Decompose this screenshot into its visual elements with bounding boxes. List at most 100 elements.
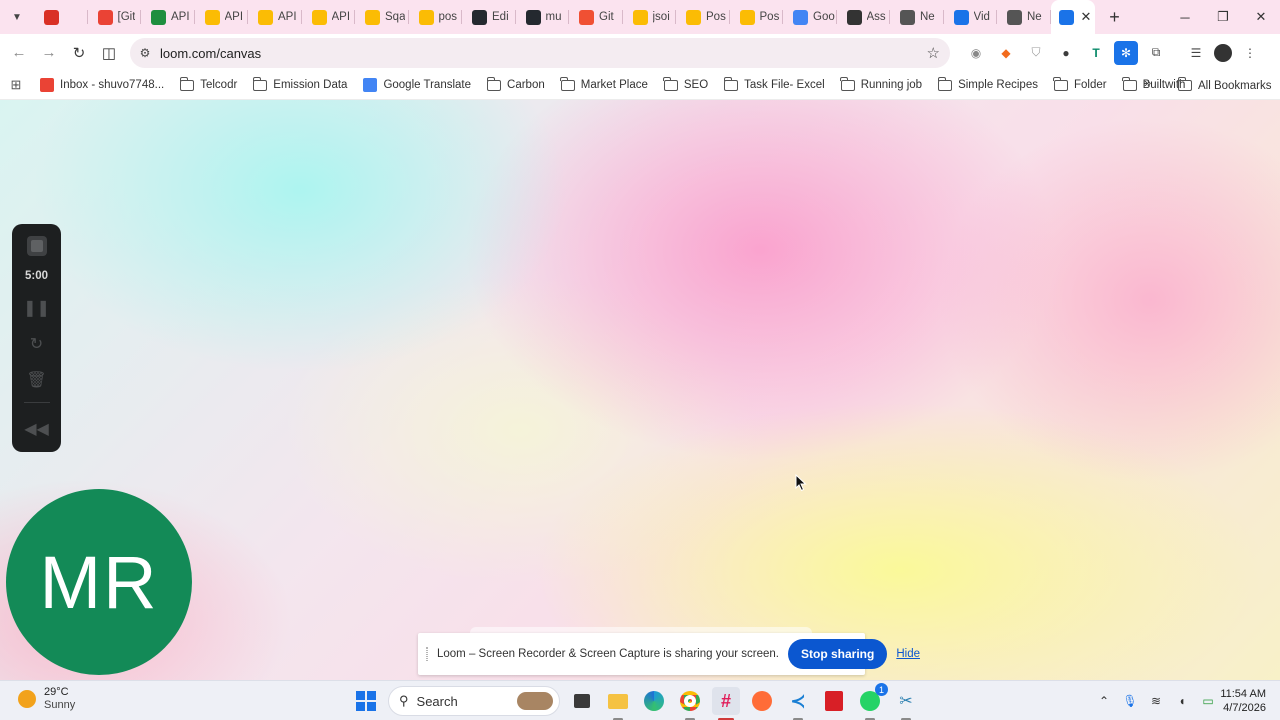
close-window-icon[interactable]: ✕ <box>1242 0 1280 34</box>
globe-icon <box>900 9 915 25</box>
search-label: Search <box>416 693 458 709</box>
address-url[interactable]: loom.com/canvas <box>160 46 261 61</box>
slack-button[interactable]: # <box>712 687 740 720</box>
browser-toolbar: ← → ↻ ◫ ⚙ loom.com/canvas ☆ ◉ ◆ ⛉ ● T ✻ … <box>0 34 1280 71</box>
shield-icon[interactable]: ⛉ <box>1024 41 1048 65</box>
tab[interactable]: Ne <box>997 0 1051 34</box>
tab[interactable]: [Git <box>88 0 142 34</box>
tab[interactable]: jsoi <box>623 0 677 34</box>
tab[interactable]: Goo <box>783 0 837 34</box>
forward-button[interactable]: → <box>34 38 64 68</box>
bookmark-item[interactable]: Google Translate <box>355 73 479 97</box>
pause-icon: ❚❚ <box>23 300 50 317</box>
stop-sharing-button[interactable]: Stop sharing <box>787 639 888 669</box>
restore-icon[interactable]: ❐ <box>1204 0 1242 34</box>
drag-handle-icon[interactable] <box>426 647 428 661</box>
hide-link[interactable]: Hide <box>896 648 920 660</box>
tab[interactable]: Ass <box>837 0 891 34</box>
microphone-icon[interactable]: 🎙 <box>1120 694 1140 708</box>
google-drive-icon <box>311 9 327 25</box>
bookmark-item[interactable]: Inbox - shuvo7748... <box>32 73 172 97</box>
bookmark-item[interactable]: Folder <box>1046 73 1115 97</box>
extension-orange-icon[interactable]: ◆ <box>994 41 1018 65</box>
camera-avatar-bubble[interactable]: MR <box>6 489 192 675</box>
chevron-up-icon[interactable]: ⌃ <box>1094 694 1114 708</box>
menu-dots-icon[interactable]: ⋮ <box>1238 41 1262 65</box>
reload-button[interactable]: ↻ <box>64 38 94 68</box>
whatsapp-button[interactable]: 1 <box>856 683 888 720</box>
bookmark-item[interactable]: Telcodr <box>172 73 245 97</box>
postman-button[interactable] <box>748 687 776 715</box>
apps-grid-icon[interactable]: ⊞ <box>0 77 32 93</box>
extension-dark-icon[interactable]: ● <box>1054 41 1078 65</box>
notification-badge: 1 <box>875 683 888 696</box>
acrobat-button[interactable] <box>820 687 848 715</box>
bookmark-item[interactable]: Emission Data <box>245 73 355 97</box>
restart-button[interactable]: ↻ <box>30 334 43 354</box>
tab-search-button[interactable]: ▼ <box>6 6 28 28</box>
split-view-icon: ◫ <box>101 44 117 62</box>
loom-extension-icon[interactable]: ✻ <box>1114 40 1138 65</box>
camera-icon[interactable]: ◉ <box>964 41 988 65</box>
active-tab[interactable]: ✕ <box>1050 0 1095 34</box>
more-bookmarks-button[interactable]: » <box>1144 75 1151 90</box>
bookmark-item[interactable]: Running job <box>833 73 930 97</box>
file-explorer-button[interactable] <box>604 687 632 720</box>
chrome-button[interactable] <box>676 687 704 720</box>
weather-widget[interactable]: 29°C Sunny <box>18 686 75 712</box>
bookmark-label: Carbon <box>507 79 545 91</box>
puzzle-icon[interactable]: ⧉ <box>1144 41 1168 65</box>
tab[interactable]: mu <box>516 0 570 34</box>
tab-title: pos <box>438 11 458 23</box>
snipping-tool-button[interactable]: ✂ <box>892 687 920 720</box>
tab[interactable]: Pos <box>730 0 784 34</box>
tab[interactable]: Git <box>569 0 623 34</box>
bookmark-item[interactable]: Simple Recipes <box>930 73 1046 97</box>
tab-title: Pos <box>759 11 780 23</box>
bookmark-item[interactable]: Task File- Excel <box>716 73 833 97</box>
split-view-button[interactable]: ◫ <box>94 38 124 68</box>
tab[interactable]: API <box>302 0 356 34</box>
tab[interactable]: Vid <box>944 0 998 34</box>
google-translate-icon <box>363 78 378 92</box>
volume-icon[interactable]: ◖ <box>1172 694 1192 708</box>
task-view-button[interactable] <box>568 687 596 715</box>
start-button[interactable] <box>352 687 380 715</box>
tab[interactable]: Ne <box>890 0 944 34</box>
wifi-icon[interactable]: ≋ <box>1146 694 1166 708</box>
google-translate-icon <box>793 9 808 25</box>
stop-recording-button[interactable] <box>26 236 47 256</box>
delete-button[interactable]: 🗑 <box>26 370 46 390</box>
bookmark-star-icon[interactable]: ☆ <box>927 44 940 62</box>
sun-icon <box>18 690 36 708</box>
close-tab-icon[interactable]: ✕ <box>1081 9 1092 25</box>
bookmark-item[interactable]: Market Place <box>553 73 656 97</box>
taskbar-search[interactable]: ⚲ Search <box>388 686 560 716</box>
site-settings-icon[interactable]: ⚙ <box>130 46 160 60</box>
tab[interactable]: Sqa <box>355 0 409 34</box>
collapse-button[interactable]: ◀◀ <box>24 419 49 439</box>
tab[interactable]: API <box>195 0 249 34</box>
pause-button[interactable]: ❚❚ <box>23 298 50 318</box>
media-controls-icon[interactable]: ☰ <box>1184 41 1208 65</box>
bookmark-item[interactable]: SEO <box>656 73 716 97</box>
extension-t-icon[interactable]: T <box>1084 41 1108 65</box>
tab[interactable]: pos <box>409 0 463 34</box>
edge-button[interactable] <box>640 687 668 715</box>
all-bookmarks-button[interactable]: All Bookmarks <box>1177 71 1272 100</box>
new-tab-button[interactable]: + <box>1101 3 1129 31</box>
address-bar[interactable]: ⚙ loom.com/canvas ☆ <box>130 38 950 68</box>
bookmark-item[interactable]: Carbon <box>479 73 553 97</box>
vscode-icon: ≺ <box>790 690 806 711</box>
tab[interactable]: API <box>141 0 195 34</box>
tab[interactable] <box>34 0 88 34</box>
vscode-button[interactable]: ≺ <box>784 687 812 720</box>
tab[interactable]: API <box>248 0 302 34</box>
profile-avatar[interactable] <box>1214 43 1232 62</box>
tab[interactable]: Edi <box>462 0 516 34</box>
minimize-icon[interactable]: ─ <box>1166 0 1204 34</box>
system-tray: ⌃ 🎙 ≋ ◖ ▭ <box>1094 681 1218 720</box>
back-button[interactable]: ← <box>4 38 34 68</box>
tab[interactable]: Pos <box>676 0 730 34</box>
taskbar-clock[interactable]: 11:54 AM 4/7/2026 <box>1214 687 1266 715</box>
